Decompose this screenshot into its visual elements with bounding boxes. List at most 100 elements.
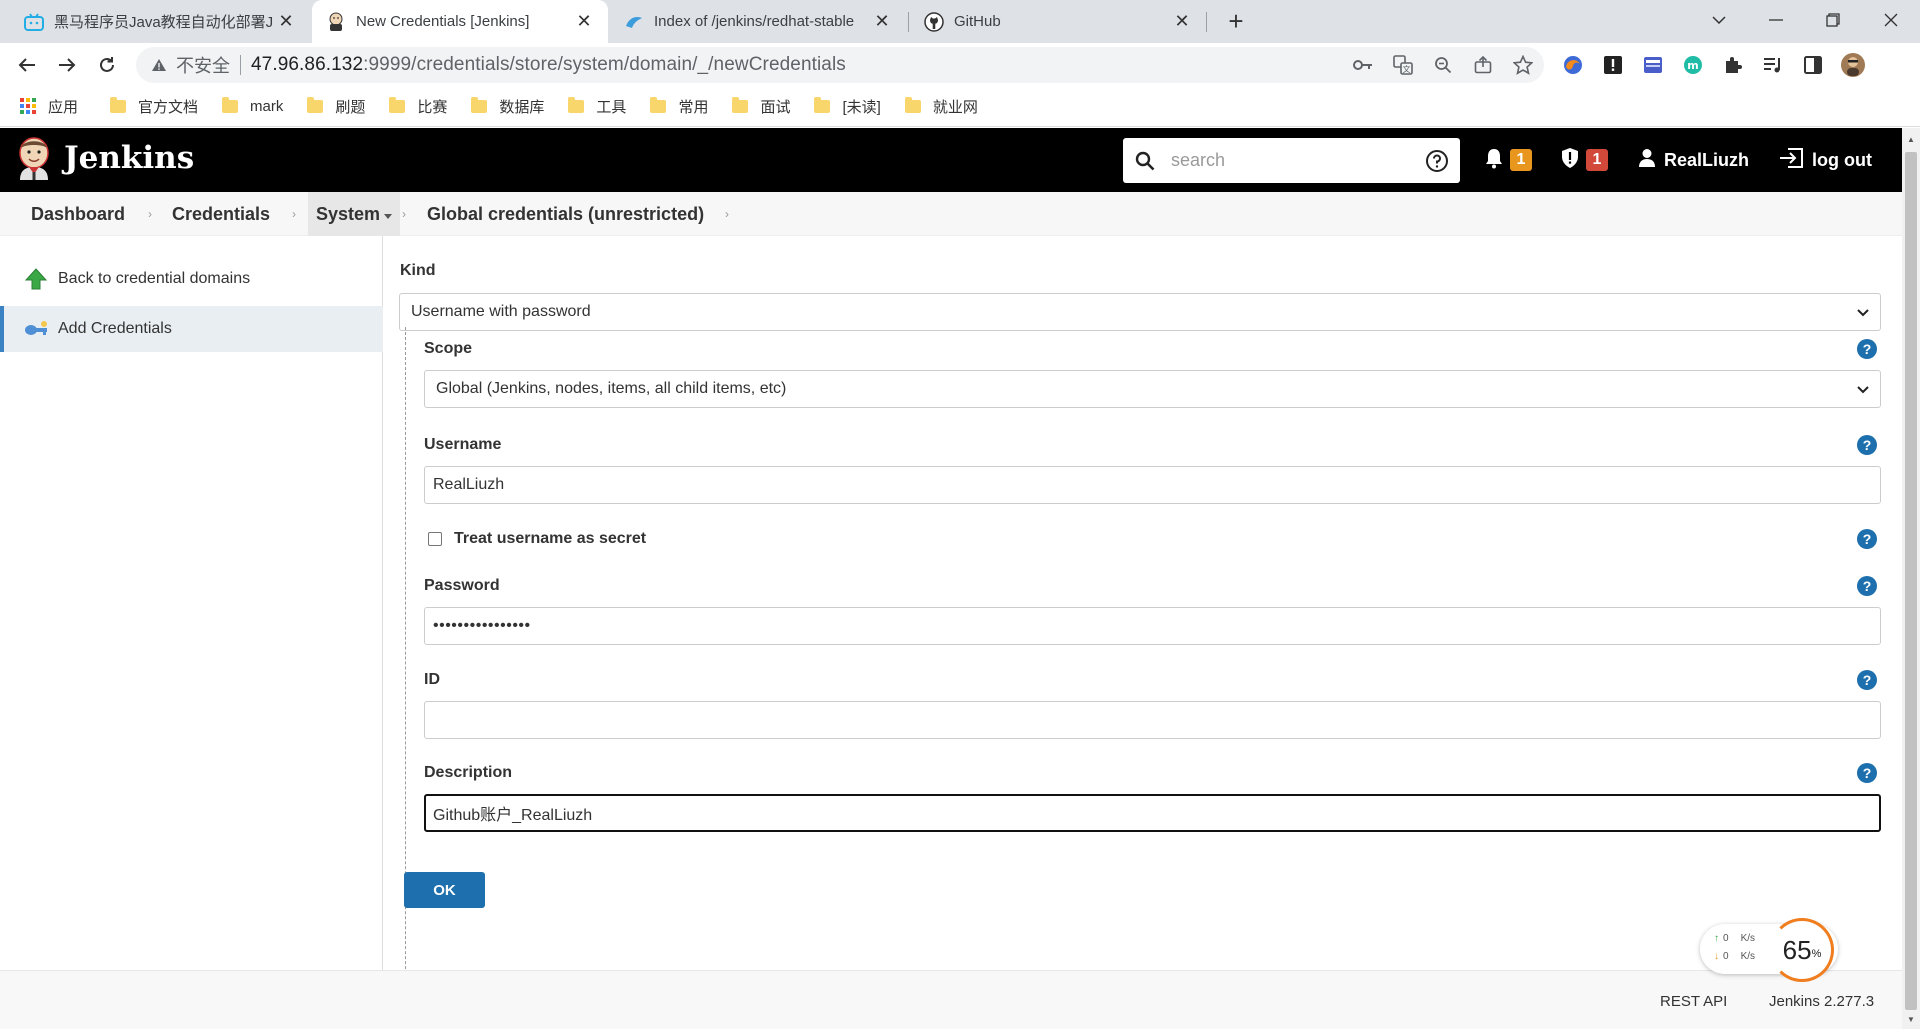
close-icon[interactable]: ✕ xyxy=(1172,11,1192,32)
breadcrumb-dashboard[interactable]: Dashboard xyxy=(31,192,125,236)
chevron-right-icon[interactable]: › xyxy=(402,192,406,236)
url-text[interactable]: 47.96.86.132:9999/credentials/store/syst… xyxy=(251,54,846,76)
share-icon[interactable] xyxy=(1472,54,1494,76)
bookmark-apps[interactable]: 应用 xyxy=(20,96,78,117)
close-window-icon[interactable] xyxy=(1862,0,1920,40)
browser-tab-index-jenkins[interactable]: Index of /jenkins/redhat-stable ✕ xyxy=(610,0,906,43)
browser-tab-github[interactable]: GitHub ✕ xyxy=(910,0,1206,43)
github-icon xyxy=(924,11,944,32)
bookmark-folder[interactable]: 数据库 xyxy=(471,96,544,117)
puzzle-extensions-icon[interactable] xyxy=(1720,52,1746,78)
exclamation-extension-icon[interactable] xyxy=(1600,52,1626,78)
help-icon[interactable]: ? xyxy=(1857,763,1877,783)
user-menu[interactable]: RealLiuzh xyxy=(1638,128,1749,192)
tab-title: Index of /jenkins/redhat-stable xyxy=(654,13,855,30)
key-icon[interactable] xyxy=(1352,54,1374,76)
add-credentials-link[interactable]: Add Credentials xyxy=(0,306,383,352)
jenkins-logo-icon[interactable] xyxy=(16,136,52,182)
scroll-thumb[interactable] xyxy=(1905,152,1917,1010)
logout-button[interactable]: log out xyxy=(1778,128,1872,192)
browser-tab-bilibili[interactable]: 黑马程序员Java教程自动化部署J ✕ xyxy=(10,0,310,43)
help-icon[interactable]: ? xyxy=(1857,339,1877,359)
memory-percent: 65 xyxy=(1782,934,1812,965)
bookmark-folder[interactable]: 就业网 xyxy=(904,96,978,117)
reload-icon[interactable] xyxy=(92,50,122,80)
profile-avatar-icon[interactable] xyxy=(1840,52,1866,78)
bookmark-folder[interactable]: 面试 xyxy=(732,96,790,117)
bookmark-folder[interactable]: 工具 xyxy=(568,96,626,117)
jenkins-version-link[interactable]: Jenkins 2.277.3 xyxy=(1769,993,1874,1010)
security-alerts-button[interactable]: 1 xyxy=(1560,128,1608,192)
bookmark-star-icon[interactable] xyxy=(1512,54,1534,76)
m-extension-icon[interactable]: m xyxy=(1680,52,1706,78)
bookmark-folder[interactable]: 比赛 xyxy=(389,96,447,117)
bookmark-folder[interactable]: 常用 xyxy=(650,96,708,117)
password-field[interactable]: •••••••••••••••• xyxy=(424,607,1881,645)
chevron-right-icon[interactable]: › xyxy=(725,192,729,236)
side-panel-icon[interactable] xyxy=(1800,52,1826,78)
help-icon[interactable]: ? xyxy=(1857,529,1877,549)
restore-icon[interactable] xyxy=(1804,0,1862,40)
ok-button[interactable]: OK xyxy=(404,872,485,908)
tab-search-chevron-icon[interactable] xyxy=(1690,0,1748,40)
browser-tab-new-credentials[interactable]: New Credentials [Jenkins] ✕ xyxy=(312,0,608,43)
rest-api-link[interactable]: REST API xyxy=(1660,993,1727,1010)
bookmark-folder[interactable]: 官方文档 xyxy=(110,96,198,117)
scope-select[interactable]: Global (Jenkins, nodes, items, all child… xyxy=(424,370,1881,408)
id-field[interactable] xyxy=(424,701,1881,739)
bookmark-folder[interactable]: mark xyxy=(222,96,283,115)
security-badge: 1 xyxy=(1586,149,1608,171)
scroll-down-arrow-icon[interactable]: ▼ xyxy=(1902,1010,1920,1028)
bookmark-folder[interactable]: 刷题 xyxy=(307,96,365,117)
description-field[interactable]: Github账户_RealLiuzh xyxy=(424,794,1881,832)
search-input[interactable]: search xyxy=(1171,150,1424,171)
forward-arrow-icon[interactable] xyxy=(52,50,82,80)
back-to-credential-domains-link[interactable]: Back to credential domains xyxy=(0,256,383,302)
reader-extension-icon[interactable] xyxy=(1640,52,1666,78)
treat-username-secret-checkbox[interactable] xyxy=(428,532,442,546)
logout-label: log out xyxy=(1812,149,1872,170)
bookmark-label: 工具 xyxy=(596,98,627,116)
notifications-button[interactable]: 1 xyxy=(1484,128,1532,192)
add-credentials-label: Add Credentials xyxy=(58,320,172,337)
shield-alert-icon xyxy=(1560,147,1580,174)
help-circle-icon[interactable] xyxy=(1424,148,1450,174)
translate-icon[interactable]: 文 xyxy=(1392,54,1414,76)
chevron-right-icon[interactable]: › xyxy=(148,192,152,236)
search-box[interactable]: search xyxy=(1123,138,1460,183)
warning-triangle-icon[interactable] xyxy=(150,58,168,72)
address-bar[interactable]: 不安全 47.96.86.132:9999/credentials/store/… xyxy=(136,47,1544,83)
description-label: Description xyxy=(424,764,513,781)
help-icon[interactable]: ? xyxy=(1857,576,1877,596)
breadcrumb-credentials[interactable]: Credentials xyxy=(172,192,270,236)
zoom-out-icon[interactable] xyxy=(1432,54,1454,76)
new-tab-plus-icon[interactable]: + xyxy=(1222,8,1250,36)
bookmark-label: 就业网 xyxy=(932,98,978,116)
username-field[interactable]: RealLiuzh xyxy=(424,466,1881,504)
treat-username-as-secret[interactable]: Treat username as secret xyxy=(428,530,646,548)
memory-usage-gauge[interactable]: 65% xyxy=(1770,918,1834,982)
kind-select[interactable]: Username with password xyxy=(399,293,1881,331)
breadcrumb-global-credentials[interactable]: Global credentials (unrestricted) xyxy=(427,192,704,236)
media-queue-icon[interactable] xyxy=(1760,52,1786,78)
scroll-up-arrow-icon[interactable]: ▲ xyxy=(1902,130,1920,148)
close-icon[interactable]: ✕ xyxy=(872,11,892,32)
bookmark-folder[interactable]: [未读] xyxy=(814,96,881,117)
chevron-right-icon[interactable]: › xyxy=(292,192,296,236)
firefox-style-extension-icon[interactable] xyxy=(1560,52,1586,78)
jenkins-title[interactable]: Jenkins xyxy=(64,140,194,176)
download-speed-unit: K/s xyxy=(1740,951,1756,962)
caret-down-icon[interactable] xyxy=(384,204,393,225)
help-icon[interactable]: ? xyxy=(1857,435,1877,455)
back-arrow-icon[interactable] xyxy=(12,50,42,80)
jenkins-icon xyxy=(326,12,346,32)
page-scrollbar[interactable]: ▲ ▼ xyxy=(1902,128,1920,1029)
insecure-label[interactable]: 不安全 xyxy=(176,52,230,78)
help-icon[interactable]: ? xyxy=(1857,670,1877,690)
tab-divider xyxy=(908,12,909,32)
breadcrumb-system[interactable]: System xyxy=(308,192,401,236)
minimize-icon[interactable] xyxy=(1747,0,1805,40)
folder-icon xyxy=(471,96,488,113)
close-icon[interactable]: ✕ xyxy=(574,11,594,32)
close-icon[interactable]: ✕ xyxy=(276,11,296,32)
